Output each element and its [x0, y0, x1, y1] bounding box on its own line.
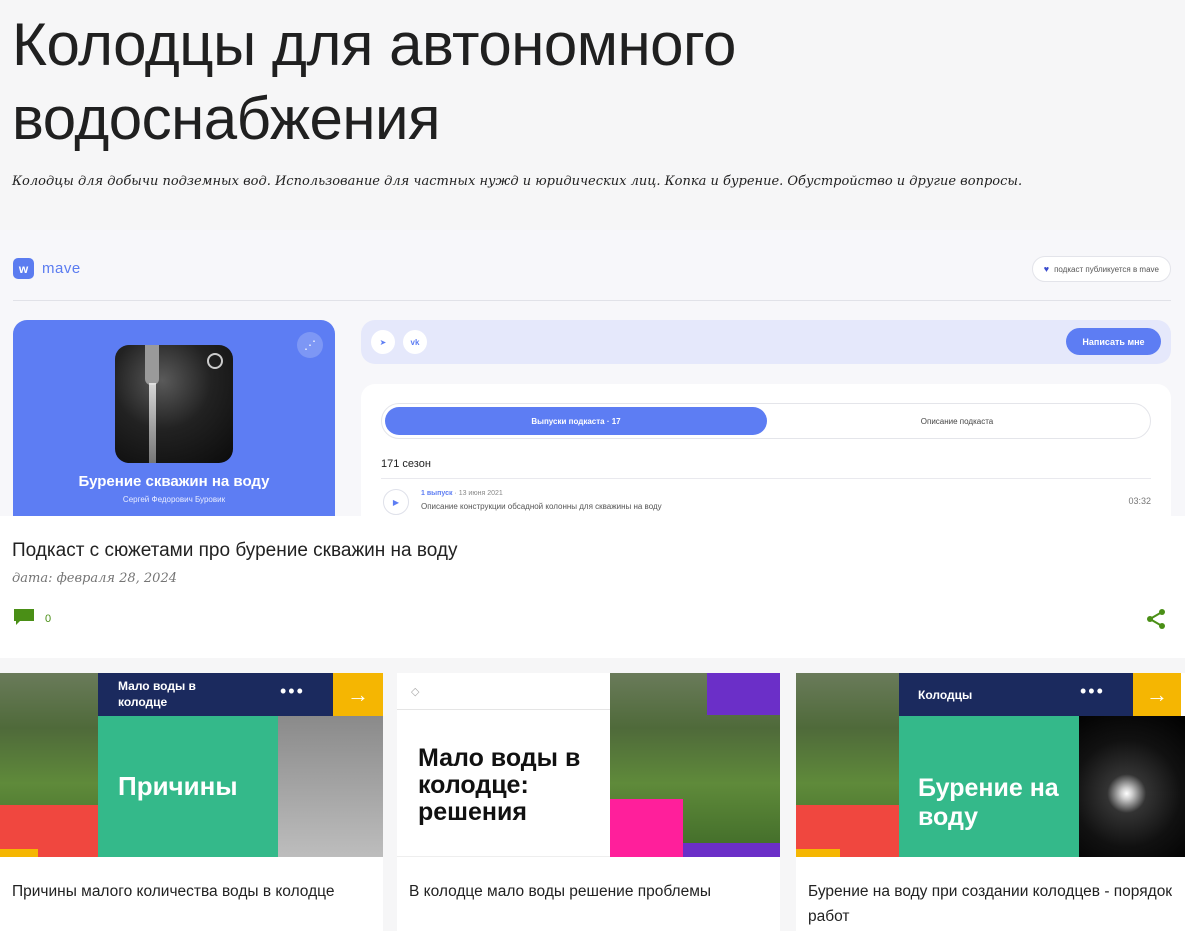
tab-episodes: Выпуски подкаста · 17 — [385, 407, 767, 435]
card-big-text: Причины — [98, 716, 278, 857]
episode-tabs: Выпуски подкаста · 17 Описание подкаста — [381, 403, 1151, 439]
related-post-title[interactable]: Бурение на воду при создании колодцев - … — [808, 879, 1173, 929]
podcast-author: Сергей Федорович Буровик — [122, 495, 226, 504]
related-post-title[interactable]: Причины малого количества воды в колодце — [12, 879, 371, 904]
post-hero-image[interactable]: w mave ♥ подкаст публикуется в mave ⋰ Бу… — [0, 230, 1185, 516]
comment-icon[interactable] — [13, 608, 35, 626]
related-post-card[interactable]: Мало воды в колодце ••• → Причины Причин… — [0, 673, 383, 931]
heart-icon: ♥ — [1043, 264, 1050, 274]
play-icon: ▶ — [383, 489, 409, 515]
comment-count[interactable]: 0 — [45, 613, 51, 625]
related-post-title[interactable]: В колодце мало воды решение проблемы — [409, 879, 768, 904]
divider — [381, 478, 1151, 479]
related-post-image[interactable]: Колодцы ••• → Бурение на воду — [796, 673, 1185, 857]
episode-meta: 1 выпуск · 13 июня 2021 — [421, 490, 503, 497]
diamond-icon: ◇ — [411, 686, 420, 698]
post-snippet: Подкаст с сюжетами про бурение скважин н… — [0, 516, 1185, 658]
glassware-photo — [278, 716, 383, 857]
telegram-icon: ➤ — [371, 330, 395, 354]
card-banner-text: Мало воды в колодце — [118, 679, 196, 709]
post-date[interactable]: дата: февраля 28, 2024 — [12, 571, 177, 586]
podcast-cover-image — [115, 345, 233, 463]
related-post-image[interactable]: ◇ Мало воды в колодце: решения — [397, 673, 780, 857]
tab-description: Описание подкаста — [920, 416, 994, 426]
blog-description: Колодцы для добычи подземных вод. Исполь… — [12, 174, 1023, 189]
podcast-card: ⋰ Бурение скважин на воду Сергей Федоров… — [13, 320, 335, 516]
share-icon[interactable] — [1145, 608, 1167, 630]
share-icon: ⋰ — [297, 332, 323, 358]
mave-logo: w mave — [13, 258, 81, 279]
post-title[interactable]: Подкаст с сюжетами про бурение скважин н… — [12, 540, 458, 562]
vk-icon: vk — [403, 330, 427, 354]
more-icon: ••• — [1080, 681, 1105, 701]
social-bar: ➤ vk Написать мне — [361, 320, 1171, 364]
more-icon: ••• — [280, 681, 305, 701]
podcast-title: Бурение скважин на воду — [78, 473, 270, 490]
related-post-card[interactable]: Колодцы ••• → Бурение на воду Бурение на… — [796, 673, 1185, 931]
arrow-right-icon: → — [333, 673, 383, 716]
mave-logo-icon: w — [13, 258, 34, 279]
episode-description: Описание конструкции обсадной колонны дл… — [421, 502, 662, 511]
mave-logo-text: mave — [42, 260, 81, 277]
season-label: 171 сезон — [381, 458, 431, 470]
card-big-text: Бурение на воду — [899, 716, 1079, 857]
arrow-right-icon: → — [1133, 673, 1181, 716]
episodes-panel: Выпуски подкаста · 17 Описание подкаста … — [361, 384, 1171, 516]
episode-number: 1 выпуск — [421, 490, 453, 497]
episode-date: · 13 июня 2021 — [454, 490, 503, 497]
well-shaft-photo — [1079, 716, 1185, 857]
divider — [397, 709, 610, 710]
blog-title[interactable]: Колодцы для автономного водоснабжения — [12, 8, 912, 156]
write-me-button: Написать мне — [1066, 328, 1161, 355]
publish-badge-text: подкаст публикуется в mave — [1054, 264, 1159, 274]
related-post-image[interactable]: Мало воды в колодце ••• → Причины — [0, 673, 383, 857]
related-post-card[interactable]: ◇ Мало воды в колодце: решения В колодце… — [397, 673, 780, 931]
episode-duration: 03:32 — [1128, 496, 1151, 506]
divider — [13, 300, 1171, 301]
card-big-text: Мало воды в колодце: решения — [418, 744, 581, 826]
publish-badge: ♥ подкаст публикуется в mave — [1031, 256, 1171, 282]
